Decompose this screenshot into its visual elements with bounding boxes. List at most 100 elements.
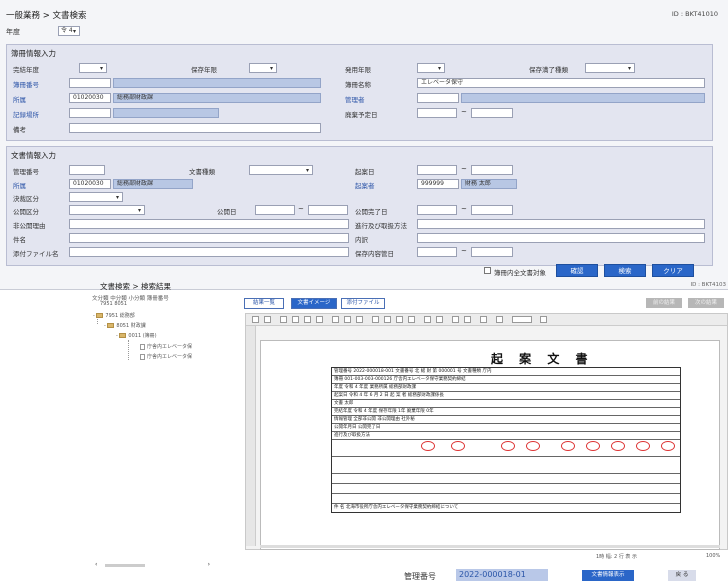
hand-icon[interactable] <box>344 316 351 323</box>
hozon-bi-from-input[interactable] <box>417 247 457 257</box>
kokai-kubun-select[interactable]: ▾ <box>69 205 145 215</box>
next-result-button[interactable]: 次の結果 <box>688 298 724 308</box>
zoom-in-icon[interactable] <box>280 316 287 323</box>
layers-icon[interactable] <box>496 316 503 323</box>
select-icon[interactable] <box>332 316 339 323</box>
bosatsu-no-input[interactable] <box>69 78 111 88</box>
expand-icon[interactable]: - <box>116 333 118 339</box>
tree-hscrollbar[interactable]: ‹ › <box>95 561 210 569</box>
hozon-manryo-select[interactable]: ▾ <box>585 63 635 73</box>
text-icon[interactable] <box>356 316 363 323</box>
chevron-down-icon: ▾ <box>627 65 631 72</box>
expand-icon[interactable]: - <box>93 313 95 319</box>
hikokai-input[interactable] <box>69 219 349 229</box>
tab-bunsho-image[interactable]: 文書イメージ <box>291 298 337 309</box>
tree-node-ka[interactable]: - 8051 財政課 <box>104 322 146 329</box>
bunsho-shubetsu-select[interactable]: ▾ <box>249 165 313 175</box>
kessai-select[interactable]: ▾ <box>69 192 123 202</box>
bosatsu-no-display <box>113 78 321 88</box>
shozoku-code-input[interactable]: 01020030 <box>69 93 111 103</box>
tree-node-doc-2[interactable]: 庁舎内エレベータ保 <box>140 353 192 360</box>
kokai-bi-from-input[interactable] <box>255 205 295 215</box>
prev-result-button[interactable]: 前の結果 <box>646 298 682 308</box>
doc-shozoku-label[interactable]: 所属 <box>13 180 26 190</box>
all-docs-checkbox[interactable] <box>484 267 491 274</box>
scroll-left-icon[interactable]: ‹ <box>95 561 97 568</box>
last-page-icon[interactable] <box>408 316 415 323</box>
scroll-thumb[interactable] <box>105 564 145 567</box>
shiyo-nendo-select[interactable]: ▾ <box>417 63 445 73</box>
zoom-width-icon[interactable] <box>316 316 323 323</box>
form-row-blank <box>332 484 680 494</box>
folder-icon <box>107 323 115 328</box>
kiansha-name-display: 財務 太郎 <box>461 179 517 189</box>
tree-node-doc-1[interactable]: 庁舎内エレベータ保 <box>140 343 192 350</box>
kanrisha-code-input[interactable] <box>417 93 459 103</box>
help-icon[interactable] <box>540 316 547 323</box>
tree-node-bosatsu[interactable]: - 0011 (簿冊) <box>116 332 157 339</box>
document-info-button[interactable]: 文書情報表示 <box>582 570 634 581</box>
kisai-code-input[interactable] <box>69 108 111 118</box>
save-icon[interactable] <box>252 316 259 323</box>
zoom-fit-icon[interactable] <box>304 316 311 323</box>
rotate-icon[interactable] <box>424 316 431 323</box>
tenpu-input[interactable] <box>69 247 349 257</box>
biko-input[interactable] <box>69 123 321 133</box>
scroll-right-icon[interactable]: › <box>208 561 210 568</box>
kokai-kanryo-to-input[interactable] <box>471 205 513 215</box>
kenmei-input[interactable] <box>69 233 349 243</box>
haiki-to-input[interactable] <box>471 108 513 118</box>
kian-form-grid: 管理番号 2022-000018-001 文書番号 北 総 財 第 000001… <box>331 367 681 513</box>
result-screen: 文書検索 > 検索結果 ID : BKT4103 文分類 中分類 小分類 簿冊番… <box>0 276 728 583</box>
hikokai-label: 非公開理由 <box>13 222 46 230</box>
range-tilde: ~ <box>461 205 467 213</box>
kisai-label[interactable]: 記録場所 <box>13 109 39 119</box>
approval-stamp <box>636 441 650 451</box>
tab-kekka-ichiran[interactable]: 結果一覧 <box>244 298 284 309</box>
kokai-kanryo-from-input[interactable] <box>417 205 457 215</box>
kokai-bi-to-input[interactable] <box>308 205 348 215</box>
chevron-down-icon: ▾ <box>72 28 76 35</box>
pen-icon[interactable] <box>480 316 487 323</box>
kian-bi-label: 起案日 <box>355 168 375 176</box>
kisai-name-display <box>113 108 219 118</box>
kanri-no-input[interactable] <box>69 165 105 175</box>
kian-bi-to-input[interactable] <box>471 165 513 175</box>
expand-icon[interactable]: - <box>104 323 106 329</box>
next-page-icon[interactable] <box>396 316 403 323</box>
shinko-input[interactable] <box>417 219 705 229</box>
kiansha-code-input[interactable]: 999999 <box>417 179 459 189</box>
bosatsu-no-label[interactable]: 簿冊番号 <box>13 79 39 89</box>
search-icon[interactable] <box>436 316 443 323</box>
zoom-out-icon[interactable] <box>292 316 299 323</box>
viewer-hscrollbar[interactable] <box>260 545 720 548</box>
annotation-tool-icon[interactable] <box>512 316 532 323</box>
back-button[interactable]: 戻 る <box>668 570 696 581</box>
form-row: 年度 令和 4 年度 業務所属 総務部財政課 <box>332 384 680 392</box>
kian-bi-from-input[interactable] <box>417 165 457 175</box>
nendo-select[interactable]: 令 4 ▾ <box>58 26 80 36</box>
hozon-kigen-select[interactable]: ▾ <box>249 63 277 73</box>
print-icon[interactable] <box>264 316 271 323</box>
kanrisha-label[interactable]: 管理者 <box>345 94 365 104</box>
haiki-from-input[interactable] <box>417 108 457 118</box>
first-page-icon[interactable] <box>372 316 379 323</box>
tree-node-bu[interactable]: - 7951 総務部 <box>93 312 135 319</box>
shozoku-label[interactable]: 所属 <box>13 94 26 104</box>
doc-shozoku-code-input[interactable]: 01020030 <box>69 179 111 189</box>
kanketsu-nendo-label: 完結年度 <box>13 66 39 74</box>
prev-page-icon[interactable] <box>384 316 391 323</box>
kiansha-label[interactable]: 起案者 <box>355 180 375 190</box>
tab-tenpu-file[interactable]: 添付ファイル <box>341 298 385 309</box>
folder-icon <box>96 313 104 318</box>
grid-icon[interactable] <box>452 316 459 323</box>
thumbnail-icon[interactable] <box>464 316 471 323</box>
naiyo-input[interactable] <box>417 233 705 243</box>
shozoku-name-display: 総務部財政課 <box>113 93 321 103</box>
kanketsu-nendo-select[interactable]: ▾ <box>79 63 107 73</box>
kanri-no-bottom-label: 管理番号 <box>404 572 436 581</box>
bosatsu-name-input[interactable]: エレベータ保守 <box>417 78 705 88</box>
naiyo-label: 内訳 <box>355 236 368 244</box>
ledger-panel-title: 簿冊情報入力 <box>11 49 56 58</box>
hozon-bi-to-input[interactable] <box>471 247 513 257</box>
